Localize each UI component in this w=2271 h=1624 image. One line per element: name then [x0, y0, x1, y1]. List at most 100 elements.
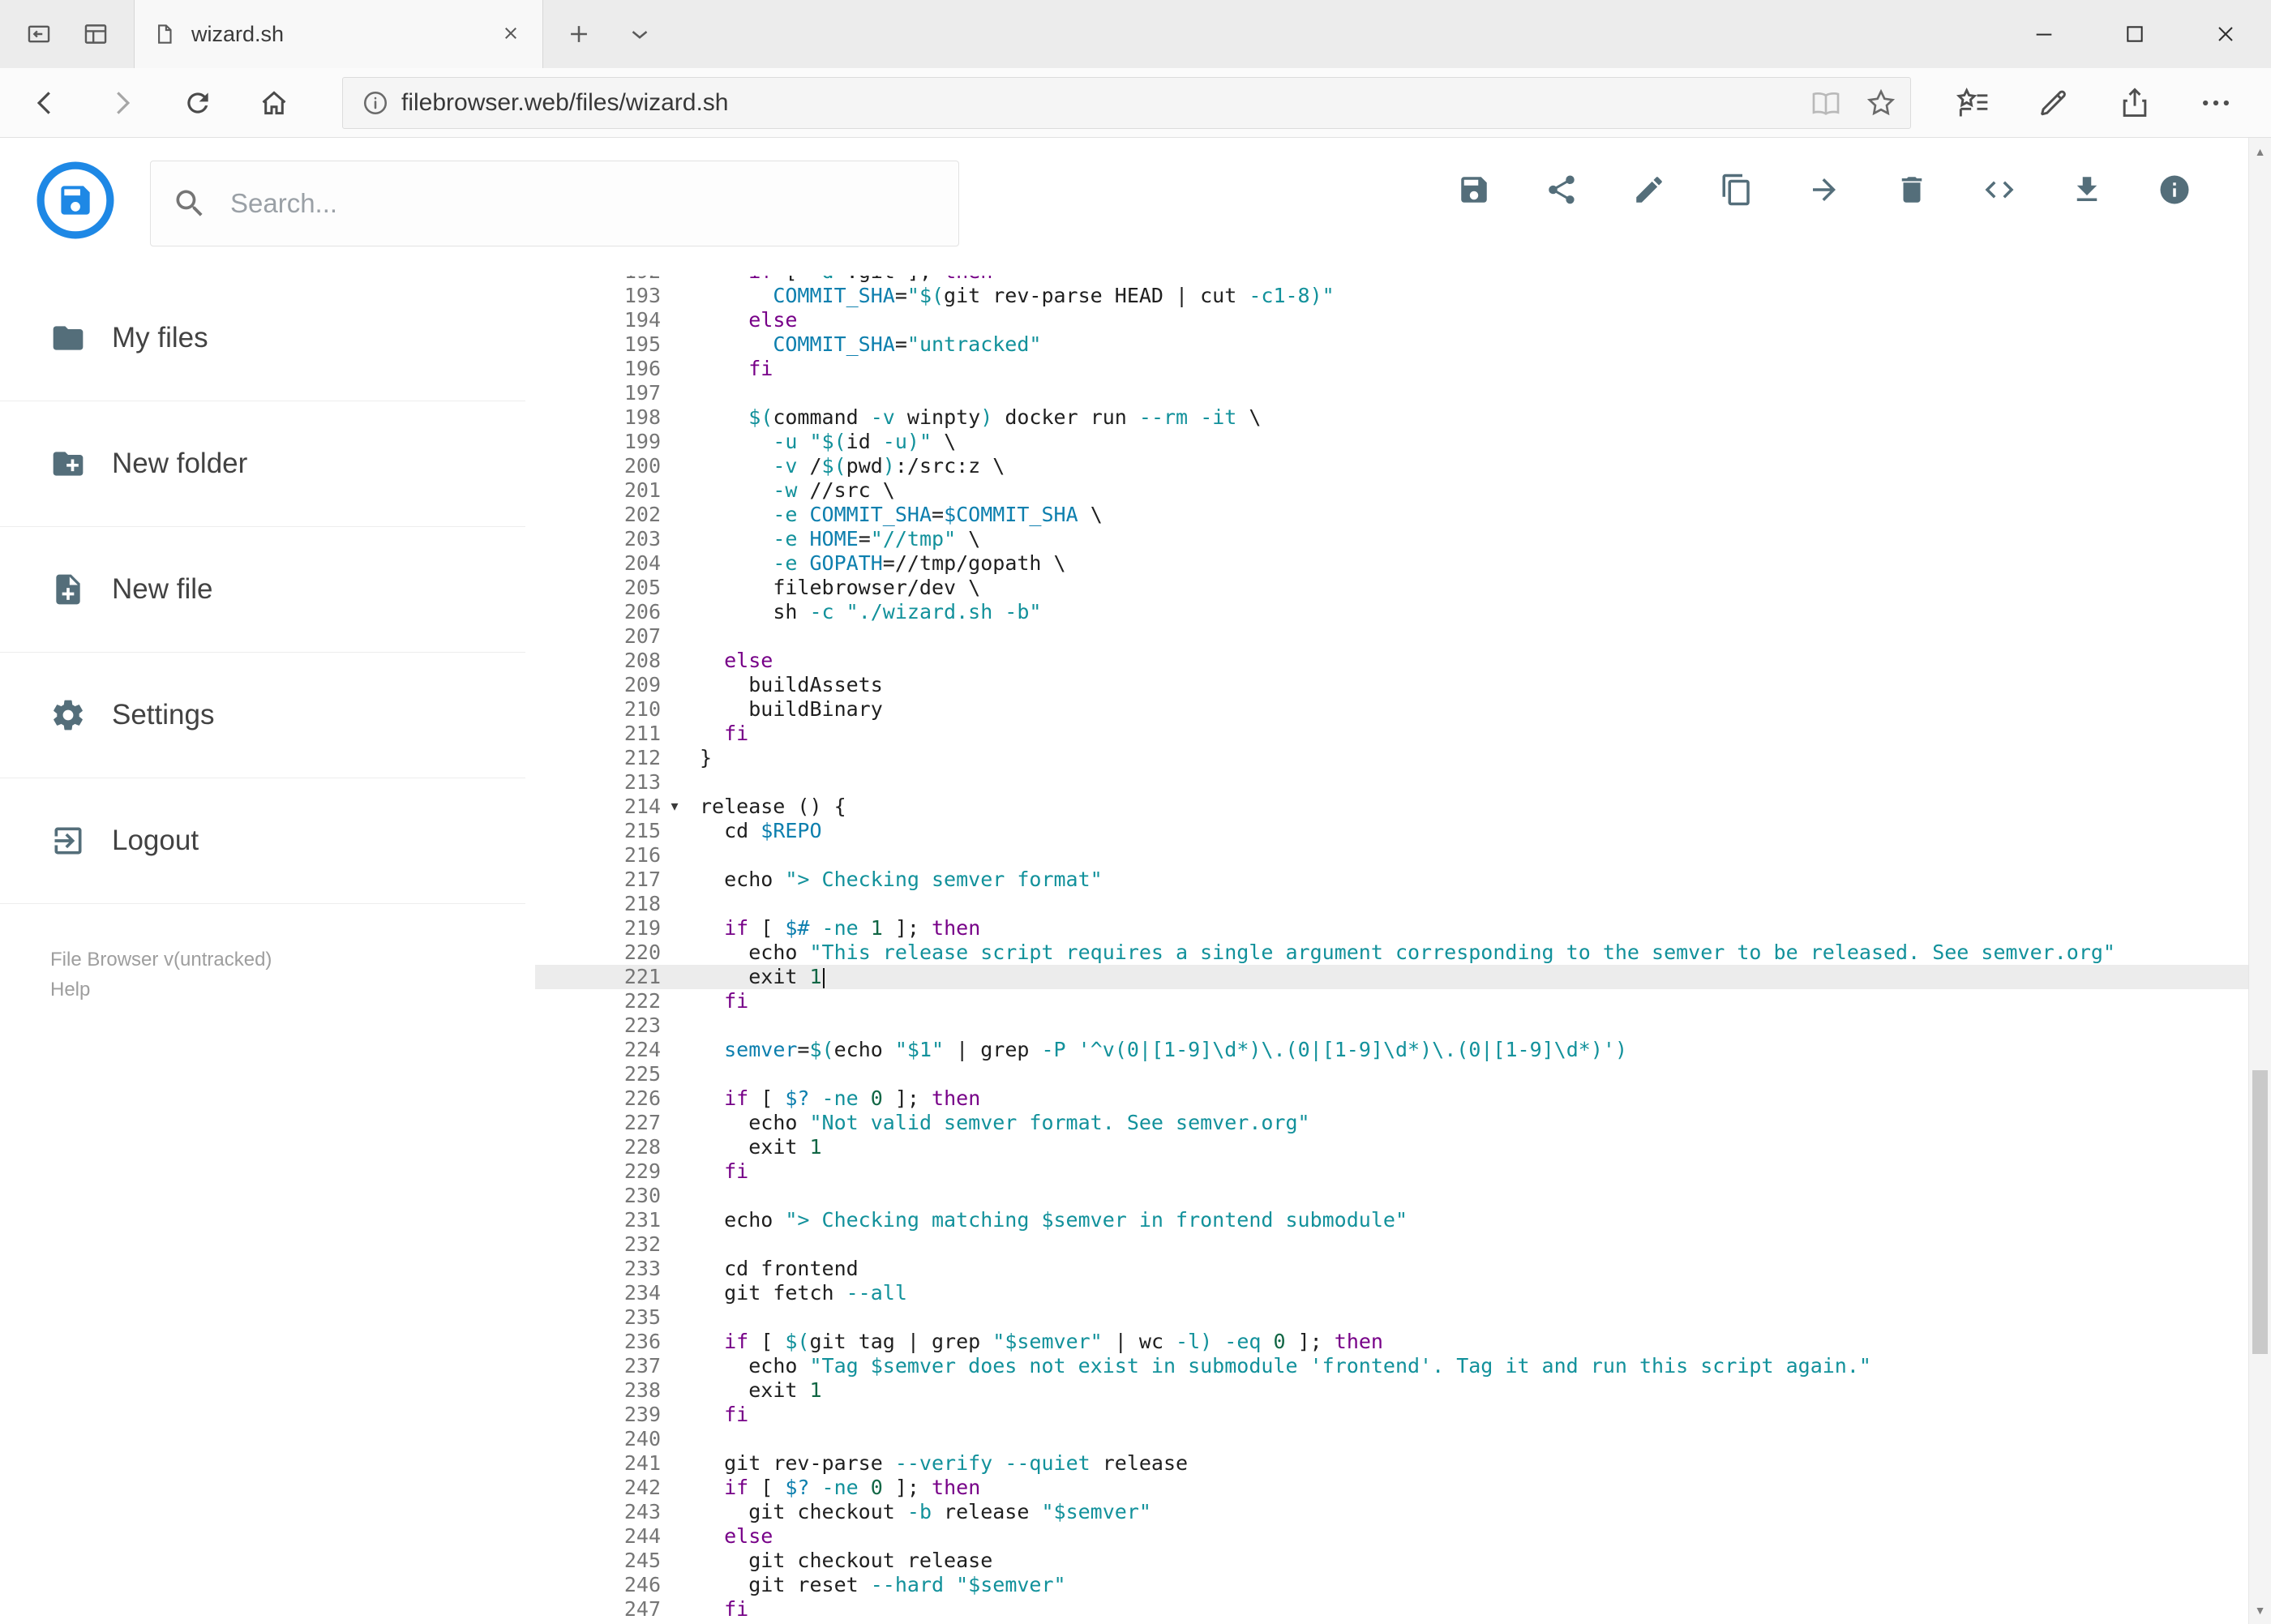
minimize-button[interactable]	[1999, 0, 2089, 68]
code-line[interactable]: 238 exit 1	[535, 1378, 2248, 1403]
code-line[interactable]: 213	[535, 770, 2248, 795]
code-line[interactable]: 196 fi	[535, 357, 2248, 381]
share-button[interactable]	[1545, 173, 1579, 207]
code-line[interactable]: 192 if [ -d .git ]; then	[535, 276, 2248, 284]
code-line[interactable]: 240	[535, 1427, 2248, 1451]
browser-tab[interactable]: wizard.sh	[134, 0, 543, 68]
code-line[interactable]: 230	[535, 1184, 2248, 1208]
code-line[interactable]: 214 ▾ release () {	[535, 795, 2248, 819]
code-line[interactable]: 247 fi	[535, 1597, 2248, 1622]
search-bar[interactable]: Search...	[150, 161, 959, 246]
code-line[interactable]: 203 -e HOME="//tmp" \	[535, 527, 2248, 551]
close-tab-icon[interactable]	[499, 21, 525, 47]
favorite-star-icon[interactable]	[1865, 87, 1897, 119]
filebrowser-logo[interactable]	[36, 161, 115, 240]
code-line[interactable]: 200 -v /$(pwd):/src:z \	[535, 454, 2248, 478]
code-line[interactable]: 243 git checkout -b release "$semver"	[535, 1500, 2248, 1524]
code-line[interactable]: 226 if [ $? -ne 0 ]; then	[535, 1086, 2248, 1111]
code-line[interactable]: 236 if [ $(git tag | grep "$semver" | wc…	[535, 1330, 2248, 1354]
code-line[interactable]: 211 fi	[535, 722, 2248, 746]
reading-view-icon[interactable]	[1810, 87, 1842, 119]
help-link[interactable]: Help	[50, 975, 535, 1005]
more-icon[interactable]	[2198, 85, 2234, 121]
code-line[interactable]: 198 $(command -v winpty) docker run --rm…	[535, 405, 2248, 430]
code-line[interactable]: 231 echo "> Checking matching $semver in…	[535, 1208, 2248, 1232]
code-line[interactable]: 210 buildBinary	[535, 697, 2248, 722]
code-line[interactable]: 223	[535, 1013, 2248, 1038]
code-line[interactable]: 194 else	[535, 308, 2248, 332]
maximize-button[interactable]	[2089, 0, 2180, 68]
code-line[interactable]: 204 -e GOPATH=//tmp/gopath \	[535, 551, 2248, 576]
code-line[interactable]: 206 sh -c "./wizard.sh -b"	[535, 600, 2248, 624]
code-line[interactable]: 245 git checkout release	[535, 1549, 2248, 1573]
code-line[interactable]: 197	[535, 381, 2248, 405]
info-button[interactable]	[2157, 173, 2192, 207]
set-tabs-aside-icon[interactable]	[19, 15, 58, 54]
code-line[interactable]: 237 echo "Tag $semver does not exist in …	[535, 1354, 2248, 1378]
page-scrollbar[interactable]: ▲ ▼	[2248, 138, 2271, 1624]
close-button[interactable]	[2180, 0, 2271, 68]
code-line[interactable]: 199 -u "$(id -u)" \	[535, 430, 2248, 454]
code-line[interactable]: 233 cd frontend	[535, 1257, 2248, 1281]
fold-arrow-icon[interactable]: ▾	[662, 794, 687, 818]
code-editor[interactable]: 192 if [ -d .git ]; then193 COMMIT_SHA="…	[535, 276, 2248, 1624]
code-line[interactable]: 202 -e COMMIT_SHA=$COMMIT_SHA \	[535, 503, 2248, 527]
scroll-down-arrow-icon[interactable]: ▼	[2249, 1598, 2271, 1622]
code-line[interactable]: 232	[535, 1232, 2248, 1257]
copy-button[interactable]	[1720, 173, 1754, 207]
code-line[interactable]: 241 git rev-parse --verify --quiet relea…	[535, 1451, 2248, 1476]
address-bar[interactable]: filebrowser.web/files/wizard.sh	[342, 76, 1911, 129]
code-line[interactable]: 221 exit 1	[535, 965, 2248, 989]
scrollbar-thumb[interactable]	[2252, 1070, 2268, 1354]
sidebar-item-logout[interactable]: Logout	[0, 778, 525, 904]
code-line[interactable]: 205 filebrowser/dev \	[535, 576, 2248, 600]
code-line[interactable]: 224 semver=$(echo "$1" | grep -P '^v(0|[…	[535, 1038, 2248, 1062]
sidebar-item-new-folder[interactable]: New folder	[0, 401, 525, 527]
code-line[interactable]: 208 else	[535, 649, 2248, 673]
edit-button[interactable]	[1632, 173, 1666, 207]
share-page-icon[interactable]	[2117, 85, 2153, 121]
code-line[interactable]: 235	[535, 1305, 2248, 1330]
new-tab-button[interactable]	[559, 15, 598, 54]
code-line[interactable]: 216	[535, 843, 2248, 868]
delete-button[interactable]	[1895, 173, 1929, 207]
code-line[interactable]: 219 if [ $# -ne 1 ]; then	[535, 916, 2248, 941]
code-line[interactable]: 195 COMMIT_SHA="untracked"	[535, 332, 2248, 357]
web-note-icon[interactable]	[2036, 85, 2072, 121]
code-line[interactable]: 227 echo "Not valid semver format. See s…	[535, 1111, 2248, 1135]
code-line[interactable]: 215 cd $REPO	[535, 819, 2248, 843]
code-line[interactable]: 244 else	[535, 1524, 2248, 1549]
back-icon[interactable]	[13, 75, 78, 131]
code-line[interactable]: 220 echo "This release script requires a…	[535, 941, 2248, 965]
code-line[interactable]: 222 fi	[535, 989, 2248, 1013]
code-line[interactable]: 218	[535, 892, 2248, 916]
code-line[interactable]: 239 fi	[535, 1403, 2248, 1427]
code-line[interactable]: 212}	[535, 746, 2248, 770]
sidebar-item-settings[interactable]: Settings	[0, 653, 525, 778]
code-line[interactable]: 229 fi	[535, 1159, 2248, 1184]
code-line[interactable]: 207	[535, 624, 2248, 649]
code-line[interactable]: 193 COMMIT_SHA="$(git rev-parse HEAD | c…	[535, 284, 2248, 308]
code-line[interactable]: 209 buildAssets	[535, 673, 2248, 697]
tabs-preview-icon[interactable]	[76, 15, 115, 54]
tab-chevron-icon[interactable]	[620, 15, 659, 54]
code-line[interactable]: 242 if [ $? -ne 0 ]; then	[535, 1476, 2248, 1500]
code-line[interactable]: 228 exit 1	[535, 1135, 2248, 1159]
favorites-hub-icon[interactable]	[1955, 85, 1990, 121]
forward-icon[interactable]	[89, 75, 154, 131]
raw-code-button[interactable]	[1982, 173, 2016, 207]
move-button[interactable]	[1807, 173, 1841, 207]
home-icon[interactable]	[242, 75, 306, 131]
code-line[interactable]: 217 echo "> Checking semver format"	[535, 868, 2248, 892]
site-info-icon[interactable]	[361, 88, 390, 118]
sidebar-item-new-file[interactable]: New file	[0, 527, 525, 653]
download-button[interactable]	[2070, 173, 2104, 207]
refresh-icon[interactable]	[165, 75, 230, 131]
code-line[interactable]: 201 -w //src \	[535, 478, 2248, 503]
code-line[interactable]: 246 git reset --hard "$semver"	[535, 1573, 2248, 1597]
code-line[interactable]: 234 git fetch --all	[535, 1281, 2248, 1305]
code-line[interactable]: 225	[535, 1062, 2248, 1086]
scroll-up-arrow-icon[interactable]: ▲	[2249, 139, 2271, 164]
save-button[interactable]	[1457, 173, 1491, 207]
sidebar-item-my-files[interactable]: My files	[0, 276, 525, 401]
